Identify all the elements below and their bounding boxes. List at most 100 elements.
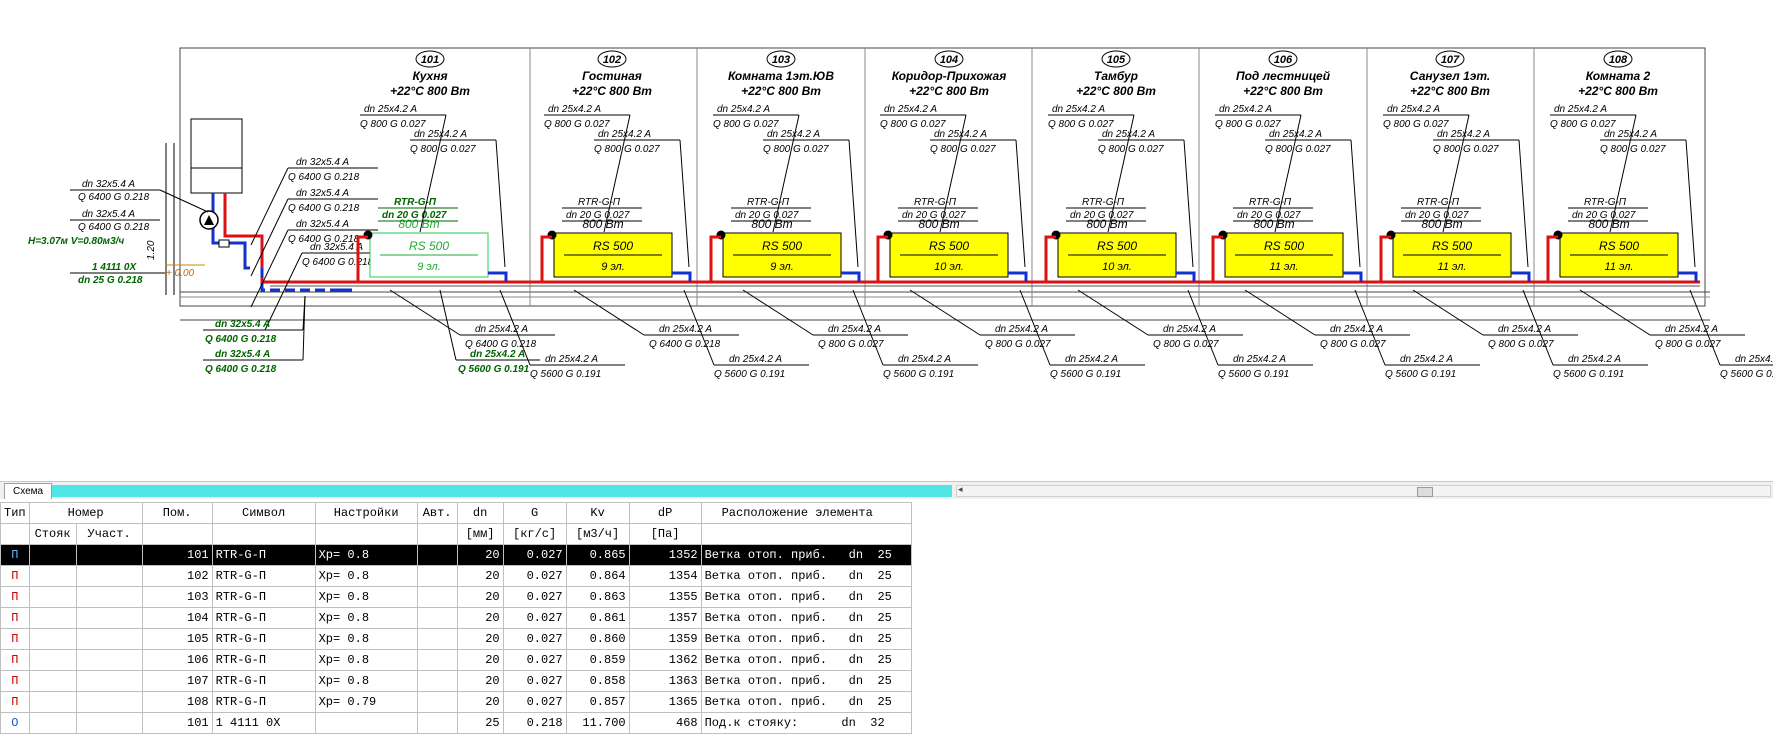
cell-room[interactable]: 103 [141,586,213,608]
cell-dp[interactable]: 1352 [628,544,702,566]
cell-uchast[interactable] [75,586,143,608]
cell-g[interactable]: 0.027 [502,565,567,587]
col-header-symbol[interactable]: Символ [211,502,316,524]
col-header-dp[interactable]: dP [628,502,702,524]
col-header-settings[interactable]: Настройки [314,502,418,524]
cell-dp[interactable]: 1354 [628,565,702,587]
cell-location[interactable]: Ветка отоп. приб. dn 25 [700,628,912,650]
scrollbar-thumb[interactable] [1417,487,1433,497]
col-header-location[interactable]: Расположение элемента [700,502,912,524]
cell-kv[interactable]: 0.859 [565,649,630,671]
horizontal-scrollbar[interactable]: ◂ [956,484,1771,497]
table-row[interactable]: П 101 RTR-G-П Xp= 0.8 20 0.027 0.865 1352 Ветка … [0,544,912,566]
cell-kv[interactable]: 11.700 [565,712,630,734]
cell-setting[interactable]: Xp= 0.8 [314,586,418,608]
col-header-dn[interactable]: dn [456,502,504,524]
scroll-left-icon[interactable]: ◂ [958,484,963,495]
cell-dn[interactable]: 20 [456,586,504,608]
cell-dn[interactable]: 20 [456,565,504,587]
cell-auto[interactable] [416,670,458,692]
cell-setting[interactable]: Xp= 0.8 [314,649,418,671]
cell-uchast[interactable] [75,565,143,587]
cell-room[interactable]: 101 [141,544,213,566]
cell-dn[interactable]: 20 [456,628,504,650]
table-row[interactable]: П 104 RTR-G-П Xp= 0.8 20 0.027 0.861 1357 Ветка … [0,607,912,629]
cell-stoyak[interactable] [28,691,77,713]
table-row[interactable]: П 107 RTR-G-П Xp= 0.8 20 0.027 0.858 1363 Ветка … [0,670,912,692]
cell-kv[interactable]: 0.861 [565,607,630,629]
cell-stoyak[interactable] [28,586,77,608]
cell-kv[interactable]: 0.860 [565,628,630,650]
cell-dn[interactable]: 25 [456,712,504,734]
cell-room[interactable]: 101 [141,712,213,734]
cell-dn[interactable]: 20 [456,544,504,566]
cell-type[interactable]: П [0,628,30,650]
cell-setting[interactable]: Xp= 0.8 [314,628,418,650]
cell-room[interactable]: 108 [141,691,213,713]
cell-uchast[interactable] [75,649,143,671]
cell-type[interactable]: О [0,712,30,734]
cell-dn[interactable]: 20 [456,691,504,713]
cell-dn[interactable]: 20 [456,649,504,671]
cell-type[interactable]: П [0,565,30,587]
cell-room[interactable]: 105 [141,628,213,650]
cell-type[interactable]: П [0,607,30,629]
cell-location[interactable]: Ветка отоп. приб. dn 25 [700,691,912,713]
cell-setting[interactable]: Xp= 0.8 [314,670,418,692]
cell-dp[interactable]: 1362 [628,649,702,671]
cell-symbol[interactable]: RTR-G-П [211,670,316,692]
cell-kv[interactable]: 0.864 [565,565,630,587]
table-row[interactable]: П 105 RTR-G-П Xp= 0.8 20 0.027 0.860 1359 Ветка … [0,628,912,650]
tab-schema[interactable]: Схема [4,483,53,499]
table-row[interactable]: О 101 1 4111 0X 25 0.218 11.700 468 Под.к стояк… [0,712,912,734]
cell-symbol[interactable]: RTR-G-П [211,565,316,587]
cell-type[interactable]: П [0,670,30,692]
cell-setting[interactable]: Xp= 0.8 [314,565,418,587]
cell-uchast[interactable] [75,607,143,629]
cell-auto[interactable] [416,607,458,629]
cell-auto[interactable] [416,649,458,671]
cell-location[interactable]: Ветка отоп. приб. dn 25 [700,565,912,587]
cell-auto[interactable] [416,691,458,713]
cell-auto[interactable] [416,544,458,566]
cell-g[interactable]: 0.027 [502,649,567,671]
cell-location[interactable]: Ветка отоп. приб. dn 25 [700,607,912,629]
col-header-number[interactable]: Номер [28,502,143,524]
cell-location[interactable]: Ветка отоп. приб. dn 25 [700,586,912,608]
cell-kv[interactable]: 0.865 [565,544,630,566]
cell-kv[interactable]: 0.858 [565,670,630,692]
cell-type[interactable]: П [0,586,30,608]
cell-dp[interactable]: 1357 [628,607,702,629]
cell-g[interactable]: 0.027 [502,670,567,692]
cell-stoyak[interactable] [28,607,77,629]
cell-uchast[interactable] [75,691,143,713]
cell-g[interactable]: 0.027 [502,544,567,566]
col-header-g[interactable]: G [502,502,567,524]
cell-auto[interactable] [416,712,458,734]
cell-location[interactable]: Ветка отоп. приб. dn 25 [700,670,912,692]
cell-stoyak[interactable] [28,628,77,650]
cell-g[interactable]: 0.027 [502,586,567,608]
cell-auto[interactable] [416,586,458,608]
cell-type[interactable]: П [0,544,30,566]
cell-symbol[interactable]: RTR-G-П [211,628,316,650]
cell-room[interactable]: 102 [141,565,213,587]
cell-uchast[interactable] [75,544,143,566]
cell-dp[interactable]: 1355 [628,586,702,608]
cell-symbol[interactable]: RTR-G-П [211,586,316,608]
cell-g[interactable]: 0.027 [502,691,567,713]
cell-symbol[interactable]: RTR-G-П [211,607,316,629]
cell-uchast[interactable] [75,712,143,734]
col-header-type[interactable]: Тип [0,502,30,524]
cell-stoyak[interactable] [28,712,77,734]
cell-kv[interactable]: 0.857 [565,691,630,713]
cell-dn[interactable]: 20 [456,670,504,692]
cell-room[interactable]: 107 [141,670,213,692]
cell-auto[interactable] [416,628,458,650]
cell-room[interactable]: 106 [141,649,213,671]
cell-symbol[interactable]: RTR-G-П [211,649,316,671]
cell-setting[interactable]: Xp= 0.79 [314,691,418,713]
table-row[interactable]: П 102 RTR-G-П Xp= 0.8 20 0.027 0.864 1354 Ветка … [0,565,912,587]
cell-location[interactable]: Ветка отоп. приб. dn 25 [700,649,912,671]
cell-kv[interactable]: 0.863 [565,586,630,608]
